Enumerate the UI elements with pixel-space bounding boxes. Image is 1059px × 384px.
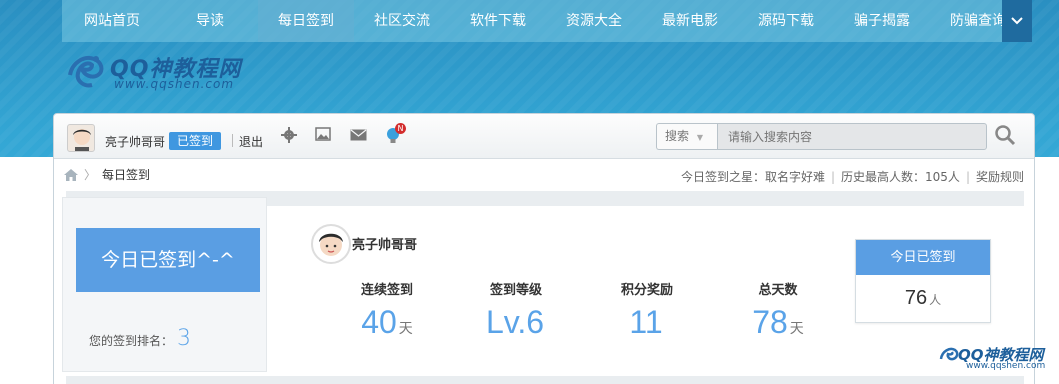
gear-icon[interactable]	[280, 127, 298, 145]
rank-label: 您的签到排名：	[89, 334, 174, 348]
nav-item-resources[interactable]: 资源大全	[546, 0, 642, 42]
divider	[232, 134, 233, 147]
nav-item-community[interactable]: 社区交流	[354, 0, 450, 42]
today-checkin-count: 76	[904, 287, 928, 309]
notification-badge: N	[395, 123, 406, 134]
breadcrumb: 〉 每日签到	[64, 166, 150, 183]
checkin-summary: 今日签到之星：取名字好难 | 历史最高人数：105人 | 奖励规则	[681, 168, 1024, 185]
mail-icon[interactable]	[349, 127, 367, 145]
watermark: QQ神教程网 www.qqshen.com	[938, 341, 1053, 375]
checkin-card: 亮子帅哥哥 已签到 退出 N 搜索 ▼ 〉 每日签到 今日签到之星：取名字好难 |…	[53, 113, 1035, 384]
section-divider	[66, 376, 1024, 384]
home-icon[interactable]	[64, 168, 78, 181]
stat-total-days: 总天数 78 天	[728, 279, 828, 341]
signed-badge[interactable]: 已签到	[169, 132, 222, 150]
divider: |	[965, 170, 970, 184]
rules-link[interactable]: 奖励规则	[976, 170, 1024, 184]
stat-streak: 连续签到 40 天	[337, 279, 437, 341]
nav-item-software[interactable]: 软件下载	[450, 0, 546, 42]
today-checkin-title: 今日已签到	[856, 240, 990, 275]
watermark-url: www.qqshen.com	[966, 361, 1046, 371]
stat-value: 11	[629, 304, 663, 340]
nav-item-checkin[interactable]: 每日签到	[258, 0, 354, 42]
stat-label: 总天数	[758, 283, 798, 298]
search-type-label: 搜索	[665, 129, 690, 143]
stat-unit: 天	[789, 320, 804, 336]
nav-item-home[interactable]: 网站首页	[62, 0, 162, 42]
avatar[interactable]	[67, 124, 95, 152]
stat-value: 40	[361, 304, 397, 340]
nav-item-movies[interactable]: 最新电影	[642, 0, 738, 42]
star-of-day: 今日签到之星：取名字好难	[680, 170, 825, 184]
avatar[interactable]	[311, 224, 351, 264]
top-nav: 网站首页 导读 每日签到 社区交流 软件下载 资源大全 最新电影 源码下载 骗子…	[62, 0, 1032, 42]
breadcrumb-separator-icon: 〉	[84, 168, 97, 182]
user-avatar-icon	[319, 233, 343, 256]
nav-item-scams[interactable]: 骗子揭露	[834, 0, 930, 42]
nav-item-source[interactable]: 源码下载	[738, 0, 834, 42]
today-checkin-unit: 人	[929, 293, 942, 307]
stat-label: 积分奖励	[620, 283, 673, 298]
logout-link[interactable]: 退出	[239, 133, 263, 150]
nav-more-button[interactable]	[1002, 0, 1032, 42]
checkin-username[interactable]: 亮子帅哥哥	[352, 234, 417, 253]
toolbar-username[interactable]: 亮子帅哥哥	[105, 133, 165, 150]
nav-item-guide[interactable]: 导读	[162, 0, 258, 42]
search-type-select[interactable]: 搜索 ▼	[656, 123, 717, 150]
stat-points: 积分奖励 11	[597, 279, 697, 341]
record-count: 历史最高人数：105人	[841, 170, 960, 184]
user-toolbar: 亮子帅哥哥 已签到 退出 N 搜索 ▼	[54, 114, 1034, 159]
dragon-logo-icon	[939, 347, 959, 361]
stat-level: 签到等级 Lv.6	[466, 279, 566, 341]
user-avatar-icon	[73, 129, 91, 151]
search-button[interactable]	[994, 124, 1020, 150]
stat-label: 签到等级	[489, 283, 542, 298]
search-icon	[995, 125, 1016, 146]
rank-row: 您的签到排名： 3	[89, 326, 191, 351]
image-icon[interactable]	[314, 127, 332, 145]
stat-value: 78	[752, 304, 788, 340]
breadcrumb-current[interactable]: 每日签到	[102, 166, 150, 183]
stat-label: 连续签到	[360, 283, 413, 298]
search-input[interactable]	[717, 123, 987, 150]
dragon-logo-icon	[68, 56, 104, 88]
chevron-down-icon	[1011, 17, 1023, 25]
site-logo[interactable]: QQ神教程网 www.qqshen.com	[62, 45, 262, 95]
divider: |	[830, 170, 836, 184]
stat-value: Lv.6	[485, 304, 545, 340]
logo-url: www.qqshen.com	[114, 77, 235, 91]
checkin-left-panel: 今日已签到^-^ 您的签到排名： 3	[62, 197, 267, 372]
rank-value: 3	[177, 326, 192, 351]
caret-down-icon: ▼	[696, 133, 703, 142]
today-checkin-box: 今日已签到 76 人	[855, 239, 991, 323]
stat-unit: 天	[398, 320, 413, 336]
checked-in-button[interactable]: 今日已签到^-^	[76, 228, 260, 292]
